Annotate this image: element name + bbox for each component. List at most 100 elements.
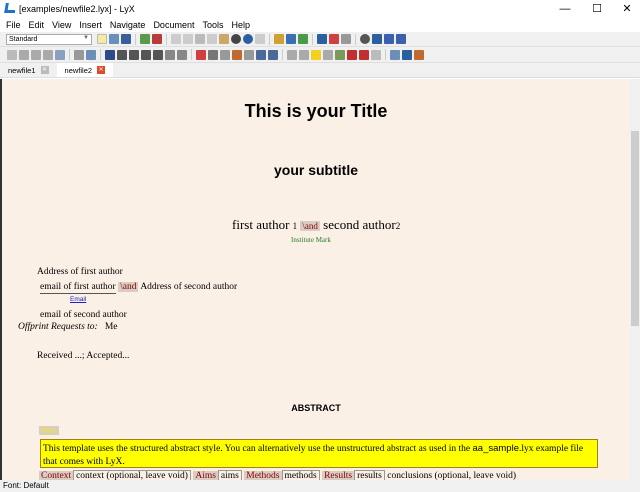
list-enumerate-icon[interactable] [129,49,139,60]
outline-icon[interactable] [86,49,96,60]
results-label: Results [322,471,355,480]
open-file-icon[interactable] [109,34,119,44]
insert-marginnote-icon[interactable] [299,49,309,60]
text-style-icon[interactable] [274,34,284,44]
maximize-button[interactable]: ☐ [582,0,612,17]
compare-icon[interactable] [55,49,65,60]
and-inset[interactable]: \and [118,282,139,292]
aims-inset[interactable]: aims [217,470,242,480]
close-button[interactable]: ✕ [612,0,640,17]
document-editor[interactable]: This is your Title your subtitle first a… [0,79,630,480]
search-icon[interactable] [243,34,253,44]
institute-mark-1[interactable]: 1 [293,221,298,231]
update-view-icon[interactable] [384,34,394,44]
menu-navigate[interactable]: Navigate [106,20,150,30]
merge-icon[interactable] [43,49,53,60]
close-tab-icon[interactable]: ✕ [97,66,106,74]
depth-decrease-icon[interactable] [165,49,175,60]
toolbar-separator [282,49,283,60]
insert-cross-reference-icon[interactable] [232,49,242,60]
insert-figure-float-icon[interactable] [196,49,206,60]
toolbar-separator [385,49,386,60]
list-itemize-icon[interactable] [117,49,127,60]
insert-label-icon[interactable] [220,49,230,60]
save-icon[interactable] [121,34,131,44]
insert-tex-code-icon[interactable] [347,49,357,60]
received-line: Received ...; Accepted... [37,351,130,361]
spellcheck-icon[interactable] [140,34,150,44]
minimize-button[interactable]: — [550,0,580,17]
spellcheck-continuous-icon[interactable] [152,34,162,44]
insert-note-icon[interactable] [311,49,321,60]
insert-index-icon[interactable] [256,49,266,60]
tab-newfile2[interactable]: newfile2 ✕ [56,63,114,77]
results-inset[interactable]: results [354,470,385,480]
menu-insert[interactable]: Insert [75,20,106,30]
math-panel-icon[interactable] [414,49,424,60]
menu-help[interactable]: Help [227,20,254,30]
list-description-icon[interactable] [141,49,151,60]
toggle-format-icon[interactable] [390,49,400,60]
institute-mark-2[interactable]: 2 [396,221,401,231]
insert-math-macro-icon[interactable] [359,49,369,60]
list-icon[interactable] [153,49,163,60]
note-inset[interactable]: This template uses the structured abstra… [40,439,598,468]
find-replace-icon[interactable] [231,34,241,44]
and-inset[interactable]: \and [300,221,320,231]
email-second-author[interactable]: email of second author [40,310,127,320]
copy-icon[interactable] [207,34,217,44]
menu-tools[interactable]: Tools [198,20,227,30]
view-history-icon[interactable] [360,34,370,44]
methods-inset[interactable]: methods [281,470,320,480]
menu-file[interactable]: File [2,20,25,30]
tab-newfile1[interactable]: newfile1 ✕ [0,63,57,77]
toolbar-separator [100,49,101,60]
math-sigma-icon[interactable] [317,34,327,44]
abstract-heading: ABSTRACT [291,403,341,413]
accept-change-icon[interactable] [19,49,29,60]
view-pdf-icon[interactable] [372,34,382,44]
font-icon[interactable] [286,34,296,44]
structured-abstract-line: Context context (optional, leave void) Ai… [39,470,516,480]
insert-box-icon[interactable] [323,49,333,60]
insert-footnote-icon[interactable] [287,49,297,60]
tab-label: newfile2 [64,65,93,75]
new-file-icon[interactable] [97,34,107,44]
paragraph-style-select[interactable]: Standard ▼ [6,33,92,45]
cut-icon[interactable] [195,34,205,44]
toc-icon[interactable] [74,49,84,60]
view-source-icon[interactable] [396,34,406,44]
email-first-author[interactable]: email of first author [40,282,116,294]
scrollbar-thumb[interactable] [631,131,639,326]
align-justify-icon[interactable] [105,49,115,60]
paste-icon[interactable] [219,34,229,44]
note-inset-label[interactable]: Note [39,426,59,435]
paragraph-mark-icon[interactable] [402,49,412,60]
insert-nomenclature-icon[interactable] [268,49,278,60]
menu-view[interactable]: View [48,20,75,30]
insert-citation-icon[interactable] [244,49,254,60]
reject-change-icon[interactable] [31,49,41,60]
insert-table-float-icon[interactable] [208,49,218,60]
insert-attachment-icon[interactable] [371,49,381,60]
author-1: first author [232,217,290,232]
back-icon[interactable] [255,34,265,44]
context-inset[interactable]: context (optional, leave void) [73,470,191,480]
redo-icon[interactable] [183,34,193,44]
undo-icon[interactable] [171,34,181,44]
track-changes-icon[interactable] [7,49,17,60]
toolbar-separator [135,33,136,45]
menu-bar: File Edit View Insert Navigate Document … [0,17,640,32]
insert-table-icon[interactable] [341,34,351,44]
depth-increase-icon[interactable] [177,49,187,60]
text-color-icon[interactable] [298,34,308,44]
insert-graphics-icon[interactable] [329,34,339,44]
doc-title: This is your Title [244,101,388,121]
insert-hyperlink-icon[interactable] [335,49,345,60]
main-toolbar: Standard ▼ [0,32,640,47]
title-bar: [examples/newfile2.lyx] - LyX [0,0,640,17]
menu-document[interactable]: Document [149,20,198,30]
close-tab-icon[interactable]: ✕ [40,66,49,74]
menu-edit[interactable]: Edit [25,20,49,30]
vertical-scrollbar[interactable] [630,79,640,480]
